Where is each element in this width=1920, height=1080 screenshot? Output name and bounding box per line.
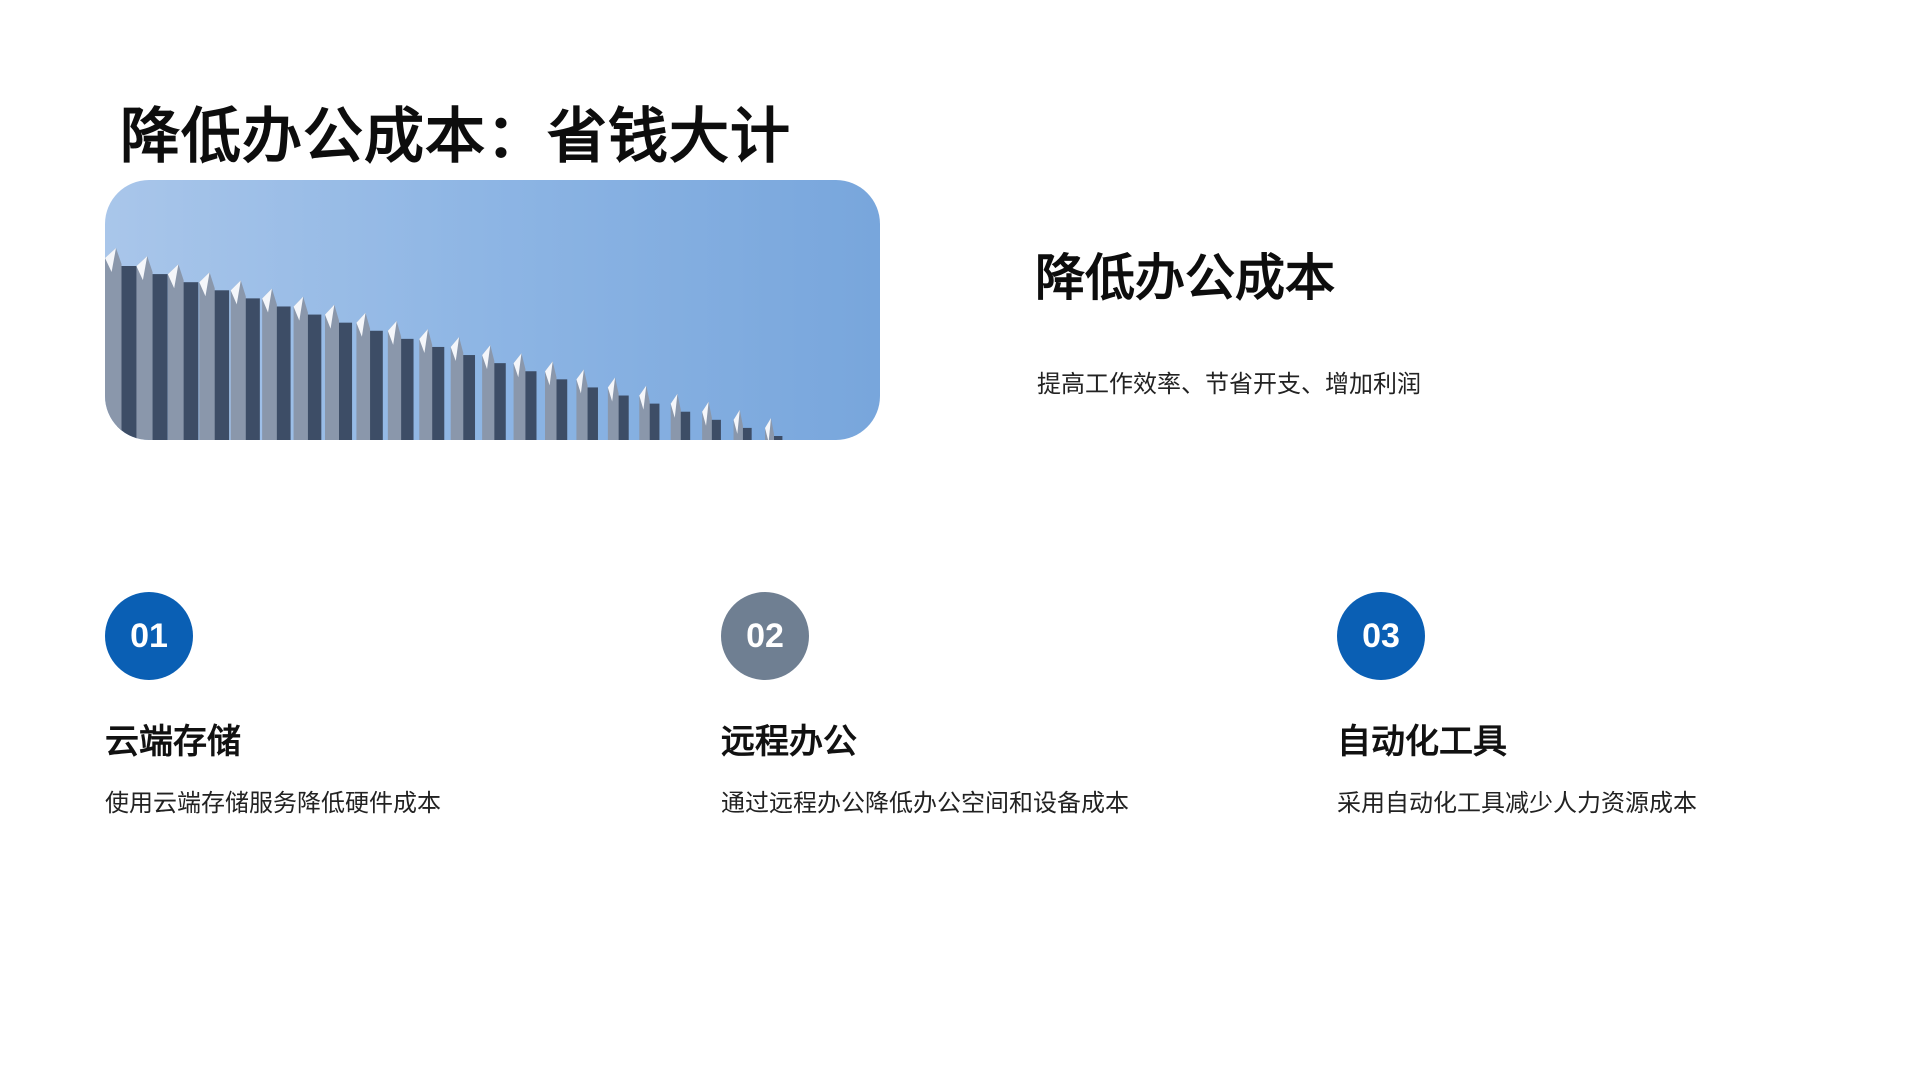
feature-title: 云端存储 [105,722,241,762]
building-facade-illustration [105,248,783,440]
section-title: 降低办公成本 [1035,249,1335,307]
feature-card-automation-tools: 03 自动化工具 采用自动化工具减少人力资源成本 [1337,592,1897,818]
feature-number-badge: 02 [721,592,809,680]
facade-fin [262,288,277,440]
facade-fin [230,280,246,440]
feature-number-badge: 01 [105,592,193,680]
facade-fin [105,248,122,440]
facade-fin [387,320,402,440]
feature-description: 通过远程办公降低办公空间和设备成本 [721,789,1129,817]
facade-fin [293,296,308,440]
facade-fin [419,328,433,440]
facade-fin [199,272,215,440]
facade-fin [136,256,153,440]
feature-card-remote-work: 02 远程办公 通过远程办公降低办公空间和设备成本 [721,592,1281,818]
feature-title: 自动化工具 [1337,722,1507,762]
feature-description: 使用云端存储服务降低硬件成本 [105,789,441,817]
hero-image-building-facade [105,180,880,440]
facade-fin [356,312,371,440]
section-subtitle: 提高工作效率、节省开支、增加利润 [1037,370,1421,398]
feature-card-cloud-storage: 01 云端存储 使用云端存储服务降低硬件成本 [105,592,665,818]
slide: 降低办公成本：省钱大计 降低办公成本 提高工作效率、节省开支、增加利润 01 云… [0,0,1920,1080]
facade-fin [167,264,184,440]
page-title: 降低办公成本：省钱大计 [120,102,791,172]
feature-number-badge: 03 [1337,592,1425,680]
feature-title: 远程办公 [721,722,857,762]
feature-description: 采用自动化工具减少人力资源成本 [1337,789,1697,817]
facade-fin [450,337,464,440]
facade-fin [325,304,339,440]
